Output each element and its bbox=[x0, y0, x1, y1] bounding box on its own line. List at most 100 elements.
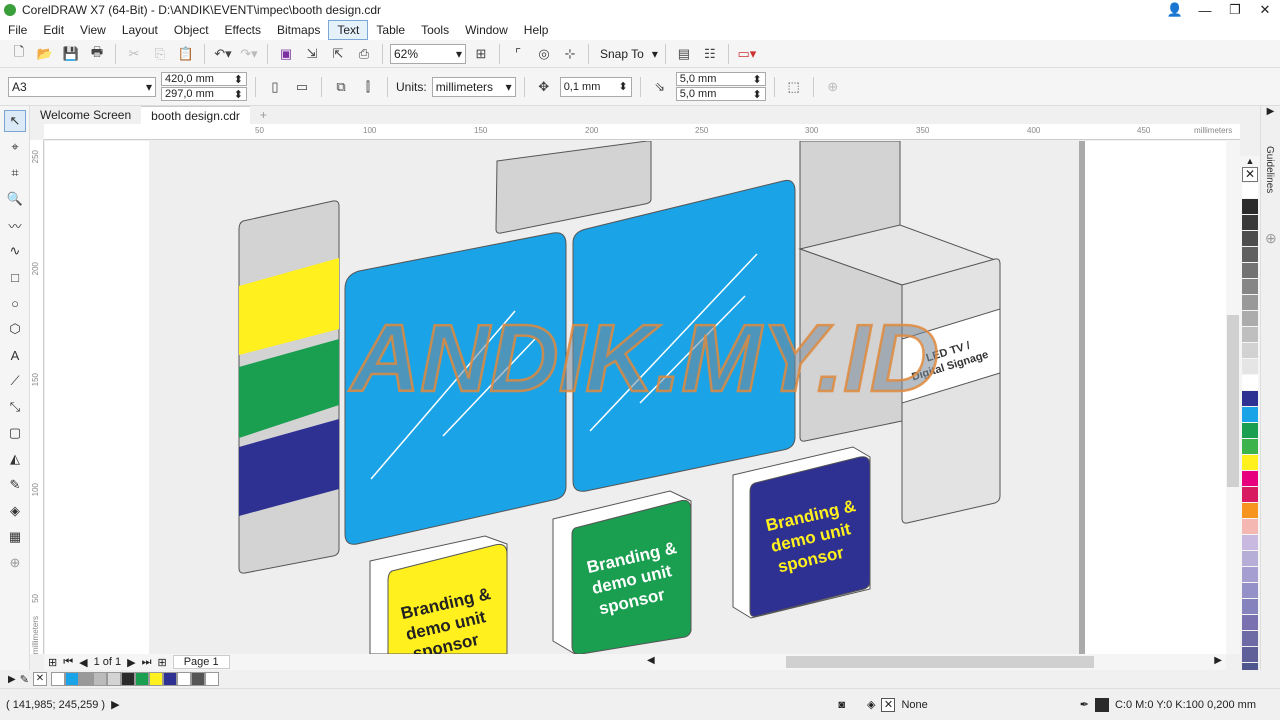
scroll-left-icon[interactable]: ◀ bbox=[647, 655, 655, 666]
palette-swatch[interactable] bbox=[1242, 407, 1258, 422]
palette-swatch[interactable] bbox=[1242, 503, 1258, 518]
palette-swatch[interactable] bbox=[1242, 423, 1258, 438]
palette-swatch[interactable] bbox=[1242, 439, 1258, 454]
paste-icon[interactable]: 📋 bbox=[175, 43, 197, 65]
add-page-icon[interactable]: ⊞ bbox=[48, 656, 57, 669]
export-icon[interactable]: ⇱ bbox=[327, 43, 349, 65]
doc-palette-arrow-icon[interactable]: ▶ bbox=[8, 674, 16, 685]
scroll-right-icon[interactable]: ▶ bbox=[1214, 655, 1222, 666]
palette-swatch[interactable] bbox=[1242, 343, 1258, 358]
horizontal-ruler[interactable]: 50 100 150 200 250 300 350 400 450 milli… bbox=[44, 124, 1240, 140]
parallel-dimension-icon[interactable]: ⟋ bbox=[4, 370, 26, 392]
menu-table[interactable]: Table bbox=[368, 21, 413, 39]
eyedropper-icon[interactable]: ✎ bbox=[20, 673, 29, 686]
palette-swatch[interactable] bbox=[1242, 295, 1258, 310]
vertical-scrollbar[interactable] bbox=[1226, 140, 1240, 654]
doc-palette-swatch[interactable] bbox=[64, 672, 79, 686]
vertical-ruler[interactable]: 250 200 150 100 50 millimeters bbox=[30, 140, 44, 654]
ellipse-tool-icon[interactable]: ○ bbox=[4, 292, 26, 314]
horizontal-scroll-thumb[interactable] bbox=[786, 656, 1094, 668]
show-grid-icon[interactable]: ◎ bbox=[533, 43, 555, 65]
new-document-icon[interactable]: 🗋 bbox=[8, 43, 30, 65]
fill-none-icon[interactable]: ✕ bbox=[881, 697, 896, 712]
zoom-level-select[interactable]: 62% ▾ bbox=[390, 43, 466, 64]
palette-swatch[interactable] bbox=[1242, 567, 1258, 582]
search-content-icon[interactable]: ▣ bbox=[275, 43, 297, 65]
page-height-field[interactable]: 297,0 mm ⬍ bbox=[161, 87, 247, 101]
palette-swatch[interactable] bbox=[1242, 615, 1258, 630]
units-select[interactable]: millimeters ▾ bbox=[431, 76, 516, 97]
landscape-icon[interactable]: ▭ bbox=[291, 76, 313, 98]
snap-to-label[interactable]: Snap To bbox=[596, 47, 648, 61]
doc-palette-swatch[interactable] bbox=[78, 672, 93, 686]
palette-swatch[interactable] bbox=[1242, 359, 1258, 374]
doc-palette-swatch[interactable] bbox=[204, 672, 219, 686]
freehand-tool-icon[interactable]: 〰 bbox=[4, 214, 26, 236]
tab-welcome-screen[interactable]: Welcome Screen bbox=[30, 106, 141, 124]
palette-swatch[interactable] bbox=[1242, 535, 1258, 550]
color-proof-icon[interactable]: ◙ bbox=[838, 699, 845, 711]
portrait-icon[interactable]: ▯ bbox=[264, 76, 286, 98]
palette-swatch[interactable] bbox=[1242, 471, 1258, 486]
palette-swatch[interactable] bbox=[1242, 199, 1258, 214]
doc-palette-swatch[interactable] bbox=[120, 672, 135, 686]
menu-file[interactable]: File bbox=[0, 21, 35, 39]
palette-swatch[interactable] bbox=[1242, 631, 1258, 646]
horizontal-scrollbar[interactable]: ◀ ▶ bbox=[644, 654, 1226, 670]
interactive-fill-icon[interactable]: ◈ bbox=[4, 500, 26, 522]
spin-arrows-icon[interactable]: ⬍ bbox=[752, 88, 761, 101]
palette-swatch[interactable] bbox=[1242, 215, 1258, 230]
options-icon[interactable]: ☷ bbox=[699, 43, 721, 65]
add-page-end-icon[interactable]: ⊞ bbox=[158, 656, 167, 669]
counter-left[interactable]: Branding & demo unit sponsor bbox=[369, 535, 508, 654]
menu-view[interactable]: View bbox=[72, 21, 114, 39]
pick-tool-icon[interactable]: ↖ bbox=[4, 110, 26, 132]
smart-fill-icon[interactable]: ▦ bbox=[4, 526, 26, 548]
outline-color-swatch[interactable] bbox=[1094, 697, 1109, 712]
palette-swatch[interactable] bbox=[1242, 279, 1258, 294]
palette-swatch[interactable] bbox=[1242, 647, 1258, 662]
copy-icon[interactable]: ⎘ bbox=[149, 43, 171, 65]
palette-swatch[interactable] bbox=[1242, 519, 1258, 534]
palette-swatch[interactable] bbox=[1242, 551, 1258, 566]
counter-right[interactable]: Branding & demo unit sponsor bbox=[732, 446, 871, 619]
treat-as-filled-icon[interactable]: ⬚ bbox=[783, 76, 805, 98]
artistic-media-icon[interactable]: ∿ bbox=[4, 240, 26, 262]
cut-icon[interactable]: ✂ bbox=[123, 43, 145, 65]
last-page-icon[interactable]: ⏭ bbox=[142, 656, 152, 669]
menu-object[interactable]: Object bbox=[166, 21, 217, 39]
left-pillar[interactable] bbox=[238, 200, 340, 574]
menu-layout[interactable]: Layout bbox=[114, 21, 166, 39]
current-page-icon[interactable]: ⫿ bbox=[357, 76, 379, 98]
nudge-distance-field[interactable]: 0,1 mm ⬍ bbox=[559, 76, 632, 97]
doc-palette-swatch[interactable] bbox=[176, 672, 191, 686]
menu-text[interactable]: Text bbox=[328, 20, 369, 40]
first-page-icon[interactable]: ⏮ bbox=[63, 656, 73, 669]
palette-swatch[interactable] bbox=[1242, 375, 1258, 390]
user-icon[interactable]: 👤 bbox=[1160, 0, 1190, 20]
page-width-field[interactable]: 420,0 mm ⬍ bbox=[161, 72, 247, 86]
redo-icon[interactable]: ↷▾ bbox=[238, 43, 260, 65]
drop-shadow-icon[interactable]: ▢ bbox=[4, 422, 26, 444]
page-1-tab[interactable]: Page 1 bbox=[172, 655, 230, 669]
menu-window[interactable]: Window bbox=[457, 21, 516, 39]
next-page-icon[interactable]: ▶ bbox=[127, 656, 135, 669]
palette-swatch[interactable] bbox=[1242, 183, 1258, 198]
doc-palette-swatch[interactable] bbox=[162, 672, 177, 686]
palette-swatch[interactable] bbox=[1242, 487, 1258, 502]
counter-middle[interactable]: Branding & demo unit sponsor bbox=[552, 490, 692, 654]
transparency-tool-icon[interactable]: ◭ bbox=[4, 448, 26, 470]
add-docker-icon[interactable]: ⊕ bbox=[1265, 230, 1277, 247]
color-palette[interactable]: ▲ ✕ bbox=[1240, 156, 1260, 678]
quick-customize-icon[interactable]: ⊕ bbox=[822, 76, 844, 98]
open-icon[interactable]: 📂 bbox=[34, 43, 56, 65]
no-color-swatch[interactable]: ✕ bbox=[32, 672, 47, 686]
page-size-select[interactable]: A3 ▾ bbox=[8, 76, 156, 97]
save-icon[interactable]: 💾 bbox=[60, 43, 82, 65]
doc-palette-swatch[interactable] bbox=[106, 672, 121, 686]
no-color-swatch[interactable]: ✕ bbox=[1242, 167, 1258, 182]
docker-nav-icon[interactable]: ▶ bbox=[1261, 106, 1280, 117]
show-rulers-icon[interactable]: ⌜ bbox=[507, 43, 529, 65]
tab-booth-design[interactable]: booth design.cdr bbox=[141, 106, 250, 124]
polygon-tool-icon[interactable]: ⬡ bbox=[4, 318, 26, 340]
